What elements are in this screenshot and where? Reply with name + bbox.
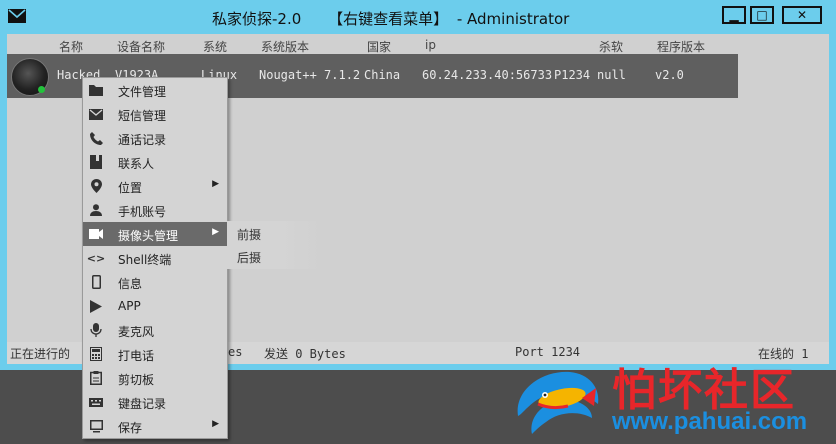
menu-item-label: 短信管理: [118, 109, 167, 123]
column-header-antivirus[interactable]: 杀软: [599, 38, 623, 55]
window-title-hint: 【右键查看菜单】: [328, 10, 449, 28]
menu-item-label: 保存: [118, 421, 143, 435]
menu-item-camera-manager[interactable]: 摄像头管理 ▶: [83, 222, 227, 246]
menu-item-label: 文件管理: [118, 85, 167, 99]
submenu-arrow-icon: ▶: [212, 179, 219, 189]
column-header-os-version[interactable]: 系统版本: [261, 38, 309, 55]
menu-item-label: APP: [118, 299, 141, 313]
menu-item-label: 打电话: [118, 349, 155, 363]
menu-item-shell-terminal[interactable]: <> Shell终端: [83, 246, 227, 270]
context-menu: 文件管理 短信管理 通话记录 联系人 位置 ▶ 手机账号 摄像头管理 ▶ <> …: [82, 77, 228, 439]
menu-item-keylogger[interactable]: 键盘记录: [83, 390, 227, 414]
cell-os-version: Nougat++ 7.1.2: [259, 68, 361, 82]
column-header-os[interactable]: 系统: [203, 38, 227, 55]
column-header-name[interactable]: 名称: [59, 38, 83, 55]
phone-icon: [89, 131, 103, 145]
menu-item-make-call[interactable]: 打电话: [83, 342, 227, 366]
submenu-item-front-camera[interactable]: 前摄: [237, 226, 261, 243]
folder-icon: [89, 83, 103, 97]
online-status-dot: [38, 86, 45, 93]
menu-item-contacts[interactable]: 联系人: [83, 150, 227, 174]
cell-ip: 60.24.233.40:56733: [422, 68, 553, 82]
column-header-row: 名称 设备名称 系统 系统版本 国家 ip 杀软 程序版本: [7, 36, 829, 54]
submenu-arrow-icon: ▶: [212, 419, 219, 429]
code-icon: <>: [86, 251, 106, 265]
menu-item-file-manager[interactable]: 文件管理: [83, 78, 227, 102]
watermark-logo-icon: [517, 371, 599, 434]
menu-item-phone-account[interactable]: 手机账号: [83, 198, 227, 222]
microphone-icon: [89, 323, 103, 337]
dialpad-icon: [89, 347, 103, 361]
menu-item-app[interactable]: APP: [83, 294, 227, 318]
watermark-url: www.pahuai.com: [612, 408, 808, 435]
submenu-item-rear-camera[interactable]: 后摄: [237, 249, 261, 266]
column-header-country[interactable]: 国家: [367, 38, 391, 55]
menu-item-save[interactable]: 保存 ▶: [83, 414, 227, 438]
menu-item-call-log[interactable]: 通话记录: [83, 126, 227, 150]
status-sent: 发送 0 Bytes: [264, 347, 346, 361]
cell-port-tag: P1234: [554, 68, 591, 82]
mail-icon: [89, 107, 103, 121]
person-icon: [89, 203, 103, 217]
column-header-app-version[interactable]: 程序版本: [657, 38, 705, 55]
minimize-icon: ▁: [729, 8, 739, 22]
menu-item-label: 剪切板: [118, 373, 155, 387]
camera-icon: [89, 227, 103, 241]
maximize-button[interactable]: □: [750, 6, 774, 24]
status-task: 正在进行的: [10, 347, 71, 361]
menu-item-label: 联系人: [118, 157, 155, 171]
menu-item-label: 键盘记录: [118, 397, 167, 411]
cell-country: China: [364, 68, 401, 82]
menu-item-label: 手机账号: [118, 205, 167, 219]
menu-item-info[interactable]: 信息: [83, 270, 227, 294]
menu-item-label: 位置: [118, 181, 143, 195]
cell-app-version: v2.0: [655, 68, 684, 82]
menu-item-label: 摄像头管理: [118, 229, 179, 243]
contacts-book-icon: [89, 155, 103, 169]
play-store-icon: [89, 299, 103, 313]
menu-item-clipboard[interactable]: 剪切板: [83, 366, 227, 390]
menu-item-label: 信息: [118, 277, 143, 291]
clipboard-icon: [89, 371, 103, 385]
maximize-icon: □: [756, 8, 768, 22]
status-received: es: [228, 345, 243, 359]
title-bar[interactable]: 私家侦探-2.0 【右键查看菜单】 - Administrator ▁ □ ✕: [0, 0, 836, 34]
cell-antivirus: null: [597, 68, 626, 82]
menu-item-microphone[interactable]: 麦克风: [83, 318, 227, 342]
phone-device-icon: [89, 275, 103, 289]
close-icon: ✕: [796, 8, 808, 22]
window-title-user: - Administrator: [456, 10, 570, 28]
monitor-icon: [89, 419, 103, 433]
watermark: 怕坏社区 www.pahuai.com: [508, 354, 836, 444]
column-header-device[interactable]: 设备名称: [117, 38, 165, 55]
menu-item-location[interactable]: 位置 ▶: [83, 174, 227, 198]
location-pin-icon: [89, 179, 103, 193]
menu-item-label: 通话记录: [118, 133, 167, 147]
window-title: 私家侦探-2.0 【右键查看菜单】 - Administrator: [212, 8, 573, 29]
window-title-name: 私家侦探-2.0: [212, 10, 302, 28]
minimize-button[interactable]: ▁: [722, 6, 746, 24]
menu-item-label: Shell终端: [118, 253, 172, 267]
close-button[interactable]: ✕: [782, 6, 822, 24]
submenu-arrow-icon: ▶: [212, 227, 219, 237]
mail-envelope-icon: [8, 9, 26, 23]
keyboard-icon: [89, 395, 103, 409]
column-header-ip[interactable]: ip: [425, 38, 436, 52]
menu-item-label: 麦克风: [118, 325, 155, 339]
camera-submenu: 前摄 后摄: [227, 221, 323, 269]
menu-item-sms-manager[interactable]: 短信管理: [83, 102, 227, 126]
